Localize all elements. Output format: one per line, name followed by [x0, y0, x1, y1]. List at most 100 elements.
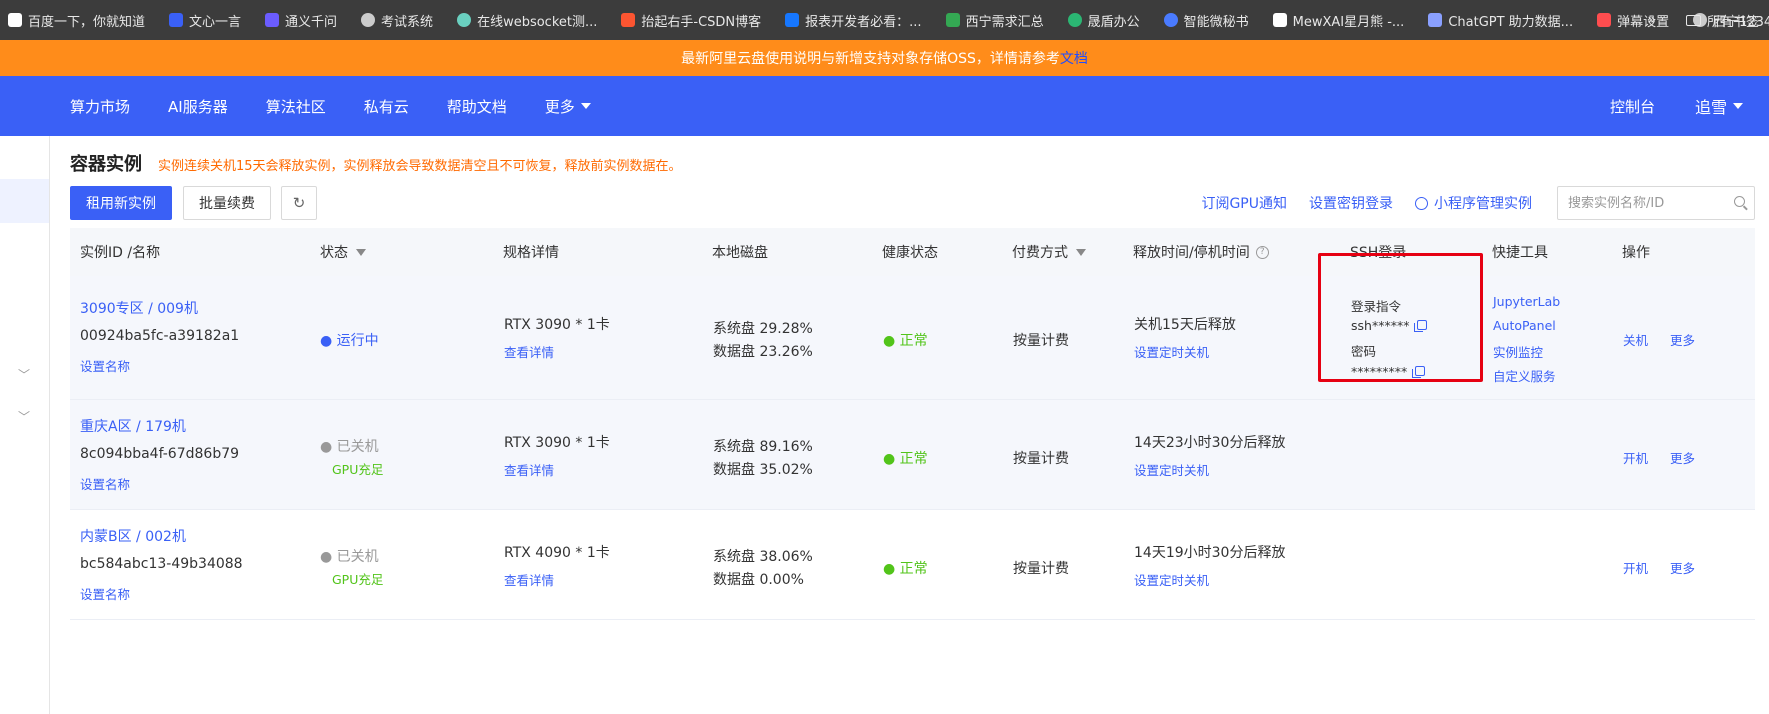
danmu-icon [1597, 13, 1612, 27]
set-name-link[interactable]: 设置名称 [80, 584, 130, 603]
tool-monitor[interactable]: 实例监控 [1493, 342, 1543, 361]
all-bookmarks[interactable]: 所有书签 [1707, 11, 1759, 30]
nav-more[interactable]: 更多 [545, 96, 591, 117]
ssh-password: ********* [1351, 364, 1426, 379]
nav-console[interactable]: 控制台 [1610, 96, 1655, 117]
bookmark-xining-req[interactable]: 西宁需求汇总 [945, 11, 1044, 30]
bookmark-zhihu[interactable]: 报表开发者必看：... [785, 11, 922, 30]
chatgpt-icon [1428, 13, 1443, 27]
bookmarks-right: » 所有书签 [1647, 0, 1759, 40]
schedule-shutdown-link[interactable]: 设置定时关机 [1134, 570, 1209, 589]
bookmark-tongyi[interactable]: 通义千问 [265, 11, 337, 30]
release-warning: 实例连续关机15天会释放实例，实例释放会导致数据清空且不可恢复，释放前实例数据在… [158, 159, 682, 174]
release-time: 14天19小时30分后释放 [1134, 545, 1286, 561]
header-tools: 快捷工具 [1492, 245, 1548, 261]
nav-private-cloud[interactable]: 私有云 [364, 96, 409, 117]
header-ops: 操作 [1622, 245, 1650, 261]
bookmark-wenxin[interactable]: 文心一言 [169, 11, 241, 30]
sidebar-active-item[interactable] [0, 179, 49, 223]
copy-icon[interactable] [1412, 366, 1426, 378]
nav-ai-server[interactable]: AI服务器 [168, 96, 228, 117]
bookmark-mewxai[interactable]: MewXAI星月熊 -... [1272, 11, 1404, 30]
copy-icon[interactable] [1414, 320, 1428, 332]
banner-text: 最新阿里云盘使用说明与新增支持对象存储OSS，详情请参考 [681, 51, 1060, 67]
sheet-icon [945, 13, 960, 27]
nav-market[interactable]: 算力市场 [70, 96, 130, 117]
table-row: 重庆A区 / 179机 8c094bba4f-67d86b79 设置名称 ● 已… [70, 400, 1755, 510]
tool-jupyterlab[interactable]: JupyterLab [1493, 294, 1560, 309]
header-spec: 规格详情 [503, 245, 559, 261]
bookmark-baidu[interactable]: 百度一下，你就知道 [8, 11, 145, 30]
header-ssh: SSH登录 [1350, 245, 1407, 261]
header-disk: 本地磁盘 [712, 245, 768, 261]
instance-name[interactable]: 重庆A区 / 179机 [80, 416, 186, 436]
more-button[interactable]: 更多 [1670, 448, 1695, 467]
set-name-link[interactable]: 设置名称 [80, 474, 130, 493]
tongyi-icon [265, 13, 280, 27]
batch-renew-button[interactable]: 批量续费 [183, 186, 271, 220]
more-button[interactable]: 更多 [1670, 558, 1695, 577]
billing-type: 按量计费 [1013, 451, 1069, 467]
nav-community[interactable]: 算法社区 [266, 96, 326, 117]
bookmark-chatgpt[interactable]: ChatGPT 助力数据... [1428, 11, 1573, 30]
health-status: ● 正常 [883, 333, 928, 349]
wenxin-icon [169, 13, 184, 27]
top-nav: 算力市场 AI服务器 算法社区 私有云 帮助文档 更多 控制台 追雪 [0, 76, 1769, 136]
view-details-link[interactable]: 查看详情 [504, 342, 554, 361]
instance-name[interactable]: 内蒙B区 / 002机 [80, 526, 186, 546]
filter-icon[interactable] [1076, 248, 1086, 256]
chevron-down-icon[interactable]: ﹀ [18, 408, 30, 425]
instance-id: 8c094bba4f-67d86b79 [80, 446, 240, 462]
zhihu-icon [785, 13, 800, 27]
bookmark-mishu[interactable]: 智能微秘书 [1163, 11, 1249, 30]
gpu-availability: GPU充足 [332, 462, 384, 477]
spec-text: RTX 3090 * 1卡 [504, 317, 610, 333]
help-icon[interactable]: ? [1255, 245, 1269, 259]
view-details-link[interactable]: 查看详情 [504, 570, 554, 589]
refresh-icon[interactable]: ↻ [281, 186, 317, 220]
tool-custom-service[interactable]: 自定义服务 [1493, 366, 1556, 385]
release-time: 关机15天后释放 [1134, 317, 1236, 333]
bookmark-exam[interactable]: 考试系统 [361, 11, 433, 30]
search-input[interactable] [1557, 186, 1755, 220]
banner-doc-link[interactable]: 文档 [1060, 48, 1088, 68]
websocket-icon [457, 13, 472, 27]
view-details-link[interactable]: 查看详情 [504, 460, 554, 479]
set-name-link[interactable]: 设置名称 [80, 356, 130, 375]
gpu-notify-link[interactable]: 订阅GPU通知 [1201, 193, 1287, 213]
release-time: 14天23小时30分后释放 [1134, 435, 1286, 451]
header-release: 释放时间/停机时间? [1133, 228, 1269, 276]
more-button[interactable]: 更多 [1670, 330, 1695, 349]
instance-table: 实例ID /名称 状态 规格详情 本地磁盘 健康状态 付费方式 释放时间/停机时… [70, 228, 1755, 620]
mishu-icon [1163, 13, 1178, 27]
user-menu[interactable]: 追雪 [1695, 94, 1743, 118]
more-bookmarks-icon[interactable]: » [1647, 12, 1656, 28]
status-badge: ● 已关机 [320, 549, 379, 565]
schedule-shutdown-link[interactable]: 设置定时关机 [1134, 460, 1209, 479]
caret-down-icon [1733, 103, 1743, 109]
rent-instance-button[interactable]: 租用新实例 [70, 186, 172, 220]
header-health: 健康状态 [882, 245, 938, 261]
shengdun-icon [1067, 13, 1082, 27]
bookmark-shengdun[interactable]: 晟盾办公 [1067, 11, 1140, 30]
ssh-command: ssh****** [1351, 318, 1428, 333]
schedule-shutdown-link[interactable]: 设置定时关机 [1134, 342, 1209, 361]
nav-help-docs[interactable]: 帮助文档 [447, 96, 507, 117]
key-login-link[interactable]: 设置密钥登录 [1309, 193, 1393, 213]
globe-icon [361, 13, 376, 27]
bookmark-csdn[interactable]: 抬起右手-CSDN博客 [621, 11, 761, 30]
miniprogram-link[interactable]: 小程序管理实例 [1415, 193, 1532, 213]
shutdown-button[interactable]: 关机 [1623, 330, 1648, 349]
search-icon[interactable] [1734, 196, 1745, 207]
spec-text: RTX 3090 * 1卡 [504, 435, 610, 451]
header-status: 状态 [320, 228, 366, 276]
tool-autopanel[interactable]: AutoPanel [1493, 318, 1556, 333]
chevron-down-icon[interactable]: ﹀ [18, 366, 30, 383]
bookmark-websocket[interactable]: 在线websocket测... [457, 11, 597, 30]
instance-name[interactable]: 3090专区 / 009机 [80, 298, 198, 318]
data-disk: 数据盘 35.02% [713, 462, 813, 478]
start-button[interactable]: 开机 [1623, 448, 1648, 467]
filter-icon[interactable] [356, 248, 366, 256]
start-button[interactable]: 开机 [1623, 558, 1648, 577]
table-row: 3090专区 / 009机 00924ba5fc-a39182a1 设置名称 ●… [70, 276, 1755, 400]
